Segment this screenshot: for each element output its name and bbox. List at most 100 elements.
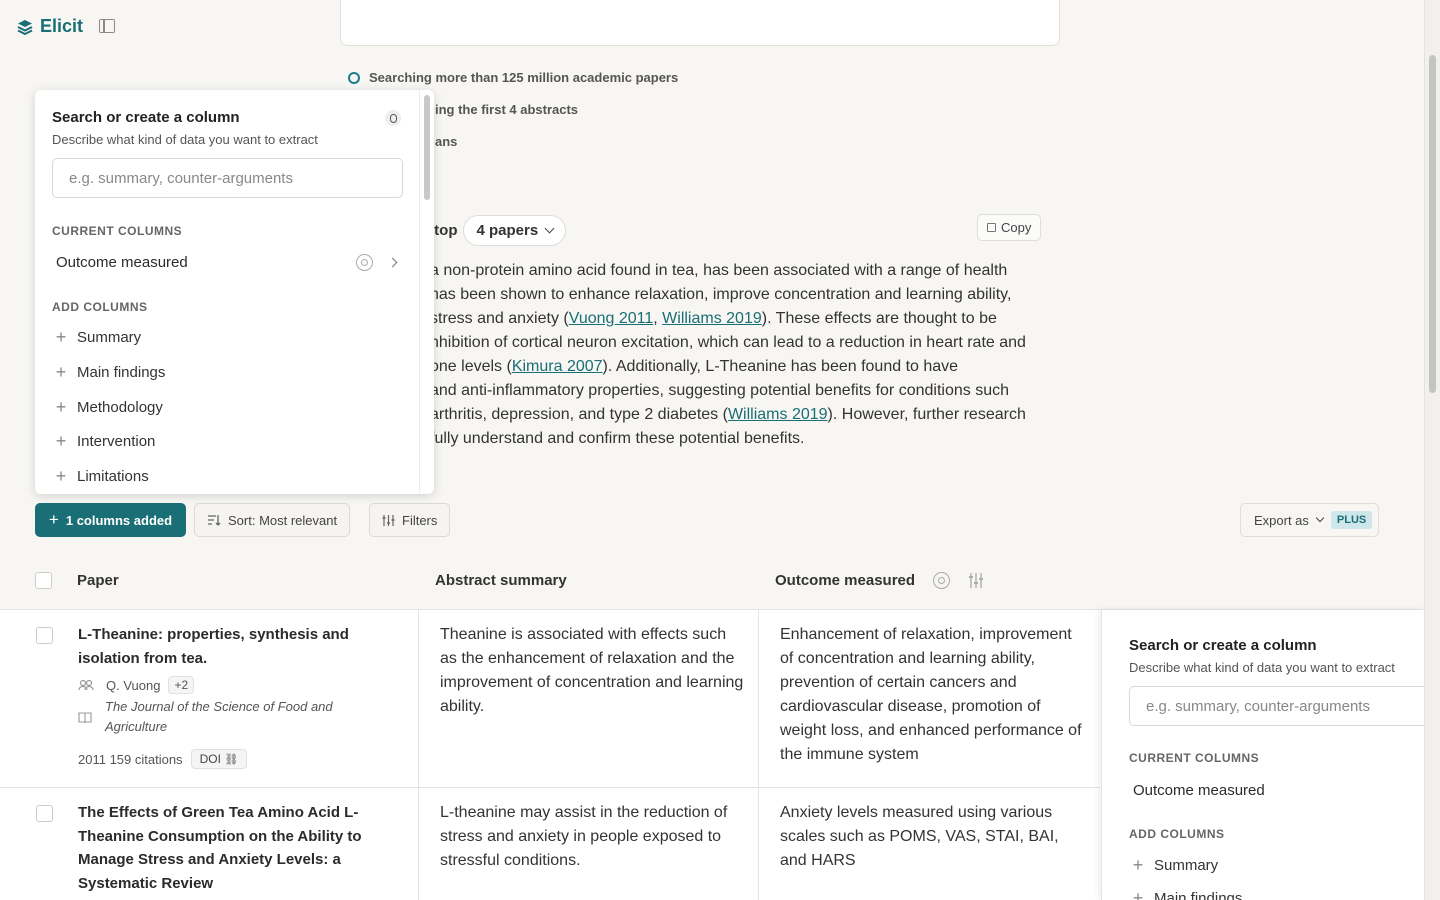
- query-box[interactable]: [340, 0, 1060, 46]
- summary-segment: arthritis, depression, and type 2 diabet…: [430, 406, 728, 423]
- progress-ring-icon: [348, 71, 360, 84]
- target-icon[interactable]: [356, 254, 373, 271]
- abstract-cell: Theanine is associated with effects such…: [440, 626, 744, 715]
- add-column-methodology[interactable]: + Methodology: [55, 398, 163, 416]
- plus-icon: +: [1132, 855, 1144, 875]
- add-column-label: Limitations: [77, 467, 149, 485]
- select-all-checkbox[interactable]: [35, 572, 52, 589]
- app-name: Elicit: [40, 16, 84, 36]
- status-answer: ans: [435, 134, 457, 149]
- row-checkbox[interactable]: [36, 805, 53, 822]
- papers-dropdown[interactable]: 4 papers: [463, 215, 567, 246]
- column-panel: Search or create a column Describe what …: [35, 90, 434, 494]
- header-outcome-measured[interactable]: Outcome measured: [775, 572, 915, 589]
- summary-line: nhibition of cortical neuron excitation,…: [430, 331, 1050, 355]
- export-button[interactable]: Export as PLUS: [1240, 503, 1380, 537]
- summary-segment: one levels (: [430, 358, 512, 375]
- filters-label: Filters: [402, 512, 438, 528]
- filters-icon: [382, 514, 395, 526]
- target-icon[interactable]: [933, 572, 950, 589]
- citation-link[interactable]: Kimura 2007: [512, 358, 603, 375]
- summary-segment: stress and anxiety (: [430, 310, 569, 327]
- plus-badge: PLUS: [1330, 511, 1373, 529]
- summary-segment: fully understand and confirm these poten…: [430, 430, 805, 447]
- toggle-icon-glyph: [389, 113, 397, 123]
- column-settings-icon[interactable]: [967, 572, 985, 589]
- summary-line: a non-protein amino acid found in tea, h…: [430, 259, 1050, 283]
- status-text: ing the first 4 abstracts: [435, 102, 579, 117]
- outcome-cell: Enhancement of relaxation, improvement o…: [780, 626, 1082, 763]
- row-checkbox[interactable]: [36, 627, 53, 644]
- add-column-label: Methodology: [77, 398, 163, 416]
- current-columns-label: CURRENT COLUMNS: [1129, 751, 1260, 765]
- add-column-label: Summary: [77, 328, 142, 346]
- page-scrollbar[interactable]: [1424, 0, 1440, 900]
- paper-meta: 2011 159 citations DOI ⛓: [78, 749, 248, 769]
- summary-segment: ,: [653, 310, 663, 327]
- copy-button[interactable]: Copy: [977, 214, 1042, 241]
- paper-title[interactable]: The Effects of Green Tea Amino Acid L-Th…: [78, 801, 378, 895]
- add-columns-button[interactable]: + 1 columns added: [35, 503, 186, 537]
- add-column-label: Main findings: [1154, 889, 1243, 900]
- sort-icon: [208, 515, 221, 526]
- column-search-input[interactable]: e.g. summary, counter-arguments: [1129, 686, 1424, 726]
- authors-icon: [78, 679, 94, 691]
- toggle-icon[interactable]: [385, 110, 401, 126]
- summary-line: stress and anxiety (Vuong 2011, Williams…: [430, 307, 1050, 331]
- chevron-right-icon[interactable]: [387, 257, 398, 268]
- author-name[interactable]: Q. Vuong: [106, 678, 160, 693]
- app-window: Elicit Searching more than 125 million a…: [0, 0, 1440, 900]
- add-column-limitations[interactable]: + Limitations: [55, 467, 149, 485]
- current-column-item[interactable]: Outcome measured: [56, 254, 188, 271]
- page-scrollbar-thumb[interactable]: [1429, 55, 1436, 393]
- add-column-main-findings[interactable]: + Main findings: [55, 362, 166, 382]
- more-authors-badge[interactable]: +2: [168, 676, 195, 694]
- plus-icon: +: [55, 466, 67, 486]
- current-column-item[interactable]: Outcome measured: [1133, 782, 1265, 799]
- chevron-down-icon: [544, 223, 555, 234]
- column-panel-secondary: Search or create a column Describe what …: [1101, 610, 1424, 900]
- panel-scrollbar[interactable]: [424, 95, 430, 200]
- year-citations: 2011 159 citations: [78, 751, 183, 767]
- summary-text: a non-protein amino acid found in tea, h…: [430, 259, 1050, 451]
- export-label: Export as: [1254, 512, 1309, 528]
- citation-link[interactable]: Vuong 2011: [569, 310, 654, 327]
- doi-link[interactable]: DOI ⛓: [190, 749, 248, 769]
- summary-line: one levels (Kimura 2007). Additionally, …: [430, 355, 1050, 379]
- papers-dropdown-label: 4 papers: [476, 222, 539, 239]
- summary-line: arthritis, depression, and type 2 diabet…: [430, 403, 1050, 427]
- header-paper[interactable]: Paper: [77, 572, 119, 589]
- citation-link[interactable]: Williams 2019: [662, 310, 762, 327]
- add-column-label: Intervention: [77, 432, 156, 450]
- add-column-intervention[interactable]: + Intervention: [55, 431, 156, 451]
- status-summarizing: ing the first 4 abstracts: [435, 102, 578, 117]
- plus-icon: +: [55, 362, 67, 382]
- sidebar-toggle-icon[interactable]: [99, 19, 115, 33]
- panel-scrollbar-track: [419, 90, 420, 494]
- add-column-label: Summary: [1154, 856, 1219, 874]
- filters-button[interactable]: Filters: [369, 503, 451, 537]
- summary-segment: ). However, further research: [827, 406, 1026, 423]
- plus-icon: +: [55, 431, 67, 451]
- sort-label: Sort: Most relevant: [228, 512, 338, 528]
- column-search-input[interactable]: e.g. summary, counter-arguments: [52, 158, 403, 198]
- paper-title[interactable]: L-Theanine: properties, synthesis and is…: [78, 623, 388, 670]
- sort-button[interactable]: Sort: Most relevant: [194, 503, 351, 537]
- add-columns-label: ADD COLUMNS: [52, 300, 148, 314]
- copy-icon: [987, 223, 996, 232]
- column-divider: [418, 609, 419, 900]
- header-abstract-summary[interactable]: Abstract summary: [435, 572, 567, 589]
- citation-link[interactable]: Williams 2019: [728, 406, 828, 423]
- elicit-logo[interactable]: Elicit: [16, 16, 83, 37]
- paper-authors: Q. Vuong +2: [78, 676, 195, 694]
- summary-segment: has been shown to enhance relaxation, im…: [430, 286, 1012, 303]
- add-column-summary[interactable]: + Summary: [55, 328, 141, 346]
- plus-icon: +: [48, 510, 59, 529]
- panel-description: Describe what kind of data you want to e…: [1129, 660, 1395, 675]
- add-column-main-findings[interactable]: + Main findings: [1132, 889, 1243, 900]
- status-text: ans: [435, 134, 458, 149]
- outcome-cell: Anxiety levels measured using various sc…: [780, 804, 1059, 869]
- summary-segment: ). These effects are thought to be: [761, 310, 997, 327]
- copy-label: Copy: [1001, 220, 1032, 235]
- add-column-summary[interactable]: + Summary: [1132, 856, 1218, 874]
